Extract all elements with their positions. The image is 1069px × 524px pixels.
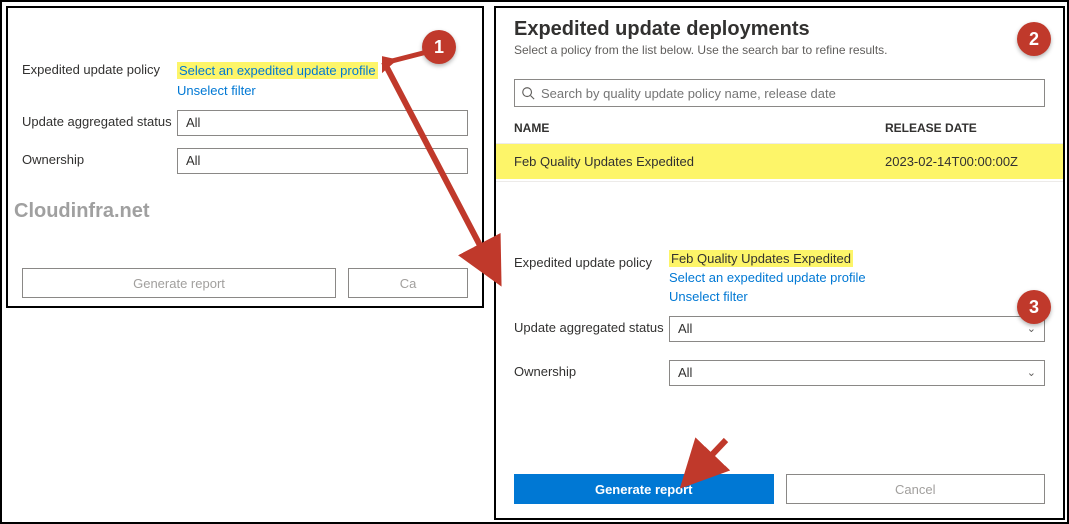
rp-policy-label: Expedited update policy [514, 251, 669, 270]
ownership-label: Ownership [22, 148, 177, 167]
rp-ownership-value: All [678, 361, 692, 385]
step-badge-3: 3 [1017, 290, 1051, 324]
policy-label: Expedited update policy [22, 58, 177, 77]
left-panel: Expedited update policy Select an expedi… [6, 6, 484, 308]
rp-unselect-filter-link[interactable]: Unselect filter [669, 289, 748, 304]
aggregated-status-dropdown[interactable]: All [177, 110, 468, 136]
watermark: Cloudinfra.net [14, 200, 150, 223]
col-date-header: RELEASE DATE [885, 121, 1045, 135]
rp-ownership-row: Ownership All ⌄ [514, 360, 1045, 386]
generate-report-button[interactable]: Generate report [22, 268, 336, 298]
chevron-down-icon: ⌄ [1027, 361, 1036, 385]
search-input[interactable] [541, 86, 1038, 101]
aggregated-status-value: All [186, 111, 200, 135]
search-icon [521, 86, 535, 100]
page-subtitle: Select a policy from the list below. Use… [514, 43, 1045, 57]
table-header: NAME RELEASE DATE [496, 113, 1063, 144]
rp-policy-selected: Feb Quality Updates Expedited [669, 250, 853, 267]
row-date: 2023-02-14T00:00:00Z [885, 154, 1045, 169]
rp-ownership-dropdown[interactable]: All ⌄ [669, 360, 1045, 386]
table-row[interactable]: Feb Quality Updates Expedited 2023-02-14… [496, 144, 1063, 179]
rp-policy-row: Expedited update policy Feb Quality Upda… [514, 251, 1045, 304]
select-profile-link[interactable]: Select an expedited update profile [177, 62, 378, 79]
ownership-dropdown[interactable]: All [177, 148, 468, 174]
table-body-empty [496, 181, 1063, 251]
cancel-button[interactable]: Ca [348, 268, 468, 298]
rp-generate-report-button[interactable]: Generate report [514, 474, 774, 504]
rp-aggregated-status-label: Update aggregated status [514, 316, 669, 335]
rp-cancel-button[interactable]: Cancel [786, 474, 1046, 504]
rp-aggregated-status-value: All [678, 317, 692, 341]
aggregated-status-label: Update aggregated status [22, 110, 177, 129]
page-title: Expedited update deployments [514, 18, 1045, 41]
ownership-value: All [186, 149, 200, 173]
unselect-filter-link[interactable]: Unselect filter [177, 83, 256, 98]
rp-aggregated-status-row: Update aggregated status All ⌄ [514, 316, 1045, 342]
ownership-row: Ownership All [22, 148, 468, 174]
aggregated-status-row: Update aggregated status All [22, 110, 468, 136]
row-name: Feb Quality Updates Expedited [514, 154, 885, 169]
rp-ownership-label: Ownership [514, 360, 669, 379]
col-name-header: NAME [514, 121, 885, 135]
policy-row: Expedited update policy Select an expedi… [22, 58, 468, 98]
search-input-wrapper[interactable] [514, 79, 1045, 107]
step-badge-2: 2 [1017, 22, 1051, 56]
rp-aggregated-status-dropdown[interactable]: All ⌄ [669, 316, 1045, 342]
rp-select-profile-link[interactable]: Select an expedited update profile [669, 270, 866, 285]
step-badge-1: 1 [422, 30, 456, 64]
right-panel: Expedited update deployments Select a po… [494, 6, 1065, 520]
